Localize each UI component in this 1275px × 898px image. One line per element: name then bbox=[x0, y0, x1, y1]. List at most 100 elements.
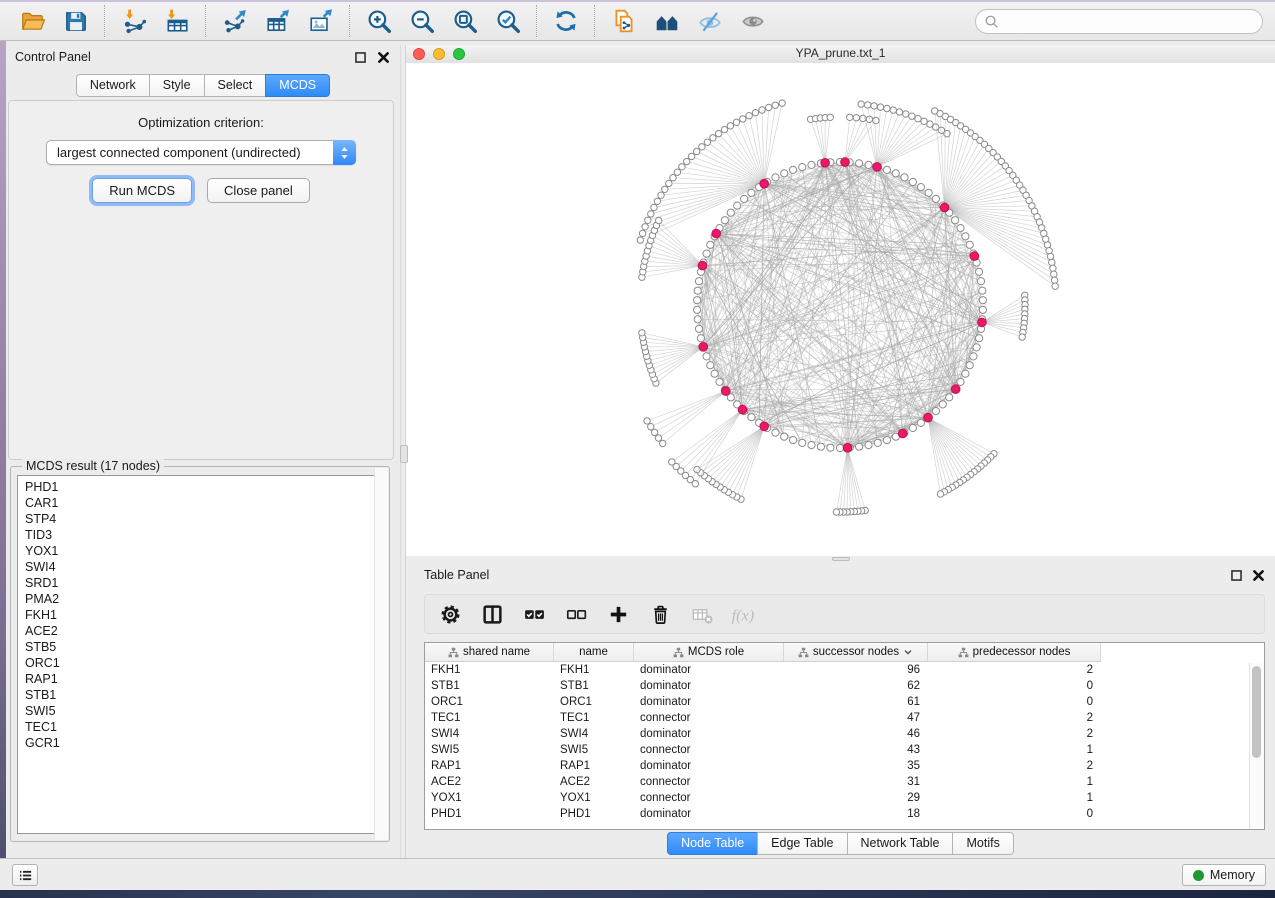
hide-selected-button[interactable] bbox=[696, 8, 723, 35]
add-column-icon bbox=[607, 603, 630, 626]
zoom-selected-button[interactable] bbox=[494, 8, 521, 35]
cell-name: STB1 bbox=[554, 678, 634, 694]
tab-style[interactable]: Style bbox=[149, 74, 205, 97]
task-history-button[interactable] bbox=[12, 864, 38, 886]
tab-node-table[interactable]: Node Table bbox=[667, 832, 758, 855]
mcds-result-scrollbar[interactable] bbox=[374, 468, 388, 840]
close-mcds-panel-button[interactable]: Close panel bbox=[207, 178, 310, 203]
gear-icon bbox=[439, 603, 462, 626]
mcds-result-item[interactable]: STB5 bbox=[25, 639, 382, 655]
criterion-dropdown[interactable]: largest connected component (undirected) bbox=[46, 140, 356, 165]
cell-predecessor-nodes: 2 bbox=[928, 758, 1101, 774]
split-columns-button[interactable] bbox=[480, 602, 505, 627]
table-row[interactable]: YOX1YOX1connector291 bbox=[425, 790, 1264, 806]
column-header-name[interactable]: name bbox=[554, 643, 634, 662]
table-row[interactable]: PHD1PHD1dominator180 bbox=[425, 806, 1264, 822]
tab-select[interactable]: Select bbox=[204, 74, 267, 97]
vertical-split-divider[interactable] bbox=[400, 45, 406, 858]
tab-mcds[interactable]: MCDS bbox=[265, 74, 330, 97]
zoom-fit-button[interactable] bbox=[451, 8, 478, 35]
mcds-result-item[interactable]: ORC1 bbox=[25, 655, 382, 671]
vertical-split-handle[interactable] bbox=[400, 445, 408, 463]
split-columns-icon bbox=[481, 603, 504, 626]
table-row[interactable]: ACE2ACE2connector311 bbox=[425, 774, 1264, 790]
export-table-button[interactable] bbox=[264, 8, 291, 35]
mcds-result-item[interactable]: PHD1 bbox=[25, 479, 382, 495]
cell-name: RAP1 bbox=[554, 758, 634, 774]
mcds-result-item[interactable]: CAR1 bbox=[25, 495, 382, 511]
delete-column-icon bbox=[649, 603, 672, 626]
select-all-button[interactable] bbox=[522, 602, 547, 627]
copy-network-button[interactable] bbox=[610, 8, 637, 35]
mcds-result-item[interactable]: ACE2 bbox=[25, 623, 382, 639]
mcds-result-item[interactable]: TID3 bbox=[25, 527, 382, 543]
mcds-result-item[interactable]: STB1 bbox=[25, 687, 382, 703]
hide-selected-icon bbox=[697, 8, 723, 34]
horizontal-split-divider[interactable] bbox=[406, 556, 1275, 562]
mcds-result-item[interactable]: STP4 bbox=[25, 511, 382, 527]
export-image-button[interactable] bbox=[307, 8, 334, 35]
mcds-result-item[interactable]: SWI5 bbox=[25, 703, 382, 719]
mcds-result-item[interactable]: PMA2 bbox=[25, 591, 382, 607]
column-header-successor-nodes[interactable]: successor nodes bbox=[784, 643, 928, 662]
table-row[interactable]: ORC1ORC1dominator610 bbox=[425, 694, 1264, 710]
column-header-predecessor-nodes[interactable]: predecessor nodes bbox=[928, 643, 1101, 662]
run-mcds-button[interactable]: Run MCDS bbox=[92, 178, 192, 203]
float-control-panel-button[interactable] bbox=[354, 51, 367, 64]
import-network-icon bbox=[121, 8, 147, 34]
zoom-out-button[interactable] bbox=[408, 8, 435, 35]
mcds-result-item[interactable]: FKH1 bbox=[25, 607, 382, 623]
first-neighbors-button[interactable] bbox=[653, 8, 680, 35]
delete-column-button[interactable] bbox=[648, 602, 673, 627]
table-row[interactable]: STB1STB1dominator620 bbox=[425, 678, 1264, 694]
close-table-panel-button[interactable] bbox=[1252, 569, 1265, 582]
memory-button[interactable]: Memory bbox=[1182, 864, 1266, 886]
mcds-result-item[interactable]: YOX1 bbox=[25, 543, 382, 559]
cell-mcds-role: dominator bbox=[634, 758, 784, 774]
import-network-button[interactable] bbox=[120, 8, 147, 35]
cell-mcds-role: connector bbox=[634, 774, 784, 790]
clear-selection-button[interactable] bbox=[564, 602, 589, 627]
export-network-button[interactable] bbox=[221, 8, 248, 35]
table-scrollbar[interactable] bbox=[1249, 663, 1264, 829]
table-row[interactable]: SWI5SWI5connector431 bbox=[425, 742, 1264, 758]
criterion-dropdown-value: largest connected component (undirected) bbox=[47, 141, 355, 164]
table-row[interactable]: FKH1FKH1dominator962 bbox=[425, 662, 1264, 678]
cell-mcds-role: dominator bbox=[634, 678, 784, 694]
tab-network-table[interactable]: Network Table bbox=[847, 832, 954, 855]
tab-motifs[interactable]: Motifs bbox=[952, 832, 1013, 855]
column-header-shared-name[interactable]: shared name bbox=[425, 643, 554, 662]
close-control-panel-button[interactable] bbox=[377, 51, 390, 64]
mcds-result-item[interactable]: SWI4 bbox=[25, 559, 382, 575]
first-neighbors-icon bbox=[654, 8, 680, 34]
open-folder-button[interactable] bbox=[19, 8, 46, 35]
save-session-button[interactable] bbox=[62, 8, 89, 35]
add-column-button[interactable] bbox=[606, 602, 631, 627]
horizontal-split-handle[interactable] bbox=[832, 557, 850, 561]
mcds-result-item[interactable]: RAP1 bbox=[25, 671, 382, 687]
status-bar: Memory bbox=[0, 858, 1275, 890]
mcds-result-item[interactable]: TEC1 bbox=[25, 719, 382, 735]
column-header-mcds-role[interactable]: MCDS role bbox=[634, 643, 784, 662]
mcds-result-item[interactable]: SRD1 bbox=[25, 575, 382, 591]
memory-status-dot bbox=[1193, 870, 1204, 881]
table-scrollbar-thumb[interactable] bbox=[1252, 666, 1261, 758]
mcds-result-item[interactable]: GCR1 bbox=[25, 735, 382, 751]
table-row[interactable]: RAP1RAP1dominator352 bbox=[425, 758, 1264, 774]
refresh-view-button[interactable] bbox=[552, 8, 579, 35]
gear-button[interactable] bbox=[438, 602, 463, 627]
table-row[interactable]: SWI4SWI4dominator462 bbox=[425, 726, 1264, 742]
tab-edge-table[interactable]: Edge Table bbox=[757, 832, 847, 855]
search-input[interactable] bbox=[999, 14, 1262, 29]
tab-network[interactable]: Network bbox=[76, 74, 150, 97]
import-table-button[interactable] bbox=[163, 8, 190, 35]
network-canvas[interactable] bbox=[406, 63, 1275, 556]
zoom-in-button[interactable] bbox=[365, 8, 392, 35]
show-all-button[interactable] bbox=[739, 8, 766, 35]
column-label: predecessor nodes bbox=[973, 646, 1071, 658]
table-row[interactable]: TEC1TEC1connector472 bbox=[425, 710, 1264, 726]
cell-mcds-role: connector bbox=[634, 742, 784, 758]
column-label: MCDS role bbox=[688, 646, 744, 658]
float-table-panel-button[interactable] bbox=[1230, 569, 1243, 582]
cell-successor-nodes: 46 bbox=[784, 726, 928, 742]
